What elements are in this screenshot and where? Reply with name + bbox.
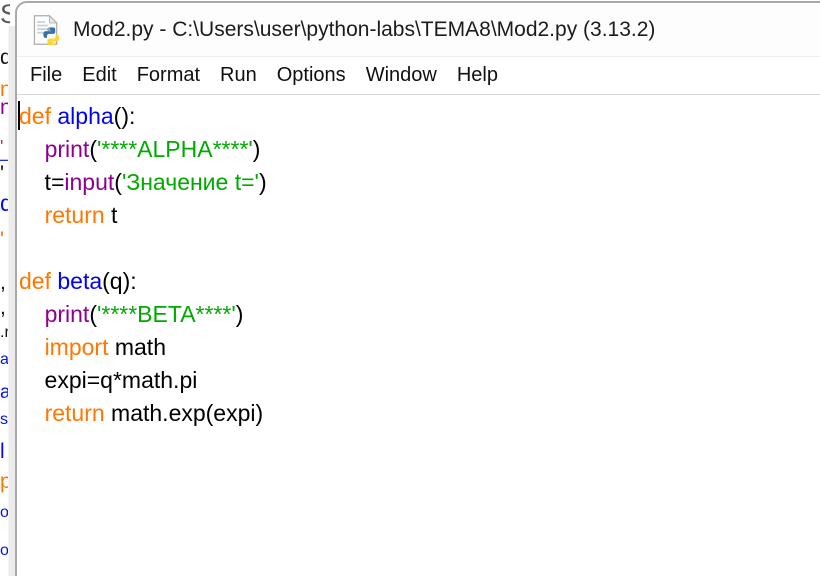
menu-item-options[interactable]: Options [267,64,356,87]
code-token: t= [19,169,64,195]
python-file-icon [30,14,62,46]
menu-bar: File Edit Format Run Options Window Help [17,57,820,95]
text-caret [18,101,20,130]
code-token: (q): [102,268,137,294]
code-token [19,301,45,327]
code-token: import [45,334,109,360]
background-window-text-fragment: S [0,1,10,28]
code-line[interactable]: def beta(q): [19,265,820,298]
code-token: return [45,202,105,228]
menu-item-window[interactable]: Window [356,64,447,87]
menu-item-file[interactable]: File [20,64,72,87]
background-window-text-fragment: ' [0,163,4,184]
window-title: Mod2.py - C:\Users\user\python-labs\TEMA… [73,18,655,42]
code-line[interactable]: import math [19,331,820,364]
code-token: def [19,103,51,129]
code-token: ) [253,136,261,162]
code-token: 'Значение t=' [122,169,259,195]
code-token: expi=q*math.pi [19,367,197,393]
code-editor[interactable]: def alpha(): print('****ALPHA****') t=in… [17,95,820,576]
menu-item-edit[interactable]: Edit [72,64,126,87]
code-token [19,202,45,228]
menu-item-help[interactable]: Help [447,64,508,87]
code-token: print [45,301,90,327]
idle-editor-window: Mod2.py - C:\Users\user\python-labs\TEMA… [15,1,820,576]
code-token: ) [236,301,244,327]
code-token: t [105,202,118,228]
code-token [19,334,45,360]
code-token: ( [89,136,97,162]
code-line[interactable]: t=input('Значение t=') [19,166,820,199]
code-line[interactable] [19,232,820,265]
code-line[interactable]: return math.exp(expi) [19,397,820,430]
menu-item-run[interactable]: Run [210,64,267,87]
code-token: return [45,400,105,426]
background-window-text-fragment: l [0,441,5,462]
code-token: ( [89,301,97,327]
background-window-text-fragment: , [0,272,6,293]
code-line[interactable]: return t [19,199,820,232]
code-line[interactable]: print('****BETA****') [19,298,820,331]
code-token: math.exp(expi) [105,400,264,426]
menu-item-format[interactable]: Format [127,64,210,87]
code-token: '****ALPHA****' [97,136,253,162]
code-token: ( [114,169,122,195]
code-token: input [64,169,114,195]
code-token: def [19,268,51,294]
code-line[interactable]: def alpha(): [19,100,820,133]
title-bar[interactable]: Mod2.py - C:\Users\user\python-labs\TEMA… [17,3,820,57]
code-token [19,400,45,426]
code-token [19,136,45,162]
code-token: (): [114,103,136,129]
code-line[interactable]: print('****ALPHA****') [19,133,820,166]
code-token: '****BETA****' [97,301,236,327]
code-token: print [45,136,90,162]
background-window-text-fragment: ' [0,229,4,250]
code-line[interactable]: expi=q*math.pi [19,364,820,397]
code-token: alpha [57,103,113,129]
background-window-text-fragment: , [0,297,6,318]
code-token: beta [57,268,102,294]
screen: Sdinn'_'d',,.racasylpococ [0,0,820,576]
code-token: math [108,334,166,360]
code-token: ) [259,169,267,195]
